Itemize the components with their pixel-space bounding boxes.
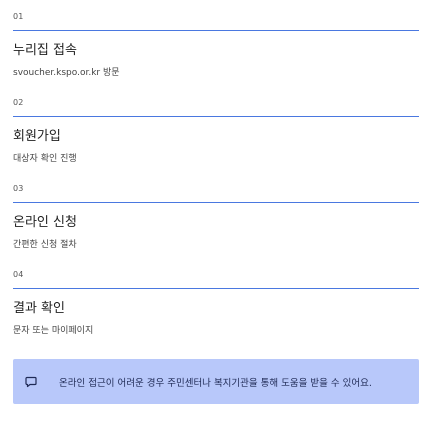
- step-number: 04: [13, 270, 24, 279]
- step-divider: [13, 288, 419, 289]
- step-description: 간편한 신청 절차: [13, 240, 77, 250]
- step-divider: [13, 116, 419, 117]
- step-description: svoucher.kspo.or.kr 방문: [13, 68, 120, 78]
- step-4: 04 결과 확인 문자 또는 마이페이지: [13, 270, 419, 356]
- step-description: 대상자 확인 진행: [13, 154, 77, 164]
- step-1: 01 누리집 접속 svoucher.kspo.or.kr 방문: [13, 12, 419, 98]
- step-title: 누리집 접속: [13, 43, 77, 58]
- step-description: 문자 또는 마이페이지: [13, 326, 94, 336]
- application-steps: 01 누리집 접속 svoucher.kspo.or.kr 방문 02 회원가입…: [13, 12, 419, 356]
- step-title: 회원가입: [13, 129, 61, 144]
- notice-text: 온라인 접근이 어려운 경우 주민센터나 복지기관을 통해 도움을 받을 수 있…: [59, 377, 372, 389]
- step-divider: [13, 202, 419, 203]
- step-number: 02: [13, 98, 24, 107]
- step-2: 02 회원가입 대상자 확인 진행: [13, 98, 419, 184]
- step-3: 03 온라인 신청 간편한 신청 절차: [13, 184, 419, 270]
- chat-bubble-icon: [24, 375, 38, 389]
- help-notice: 온라인 접근이 어려운 경우 주민센터나 복지기관을 통해 도움을 받을 수 있…: [13, 359, 419, 404]
- step-title: 결과 확인: [13, 301, 65, 316]
- step-number: 01: [13, 12, 24, 21]
- step-number: 03: [13, 184, 24, 193]
- step-title: 온라인 신청: [13, 215, 77, 230]
- step-divider: [13, 30, 419, 31]
